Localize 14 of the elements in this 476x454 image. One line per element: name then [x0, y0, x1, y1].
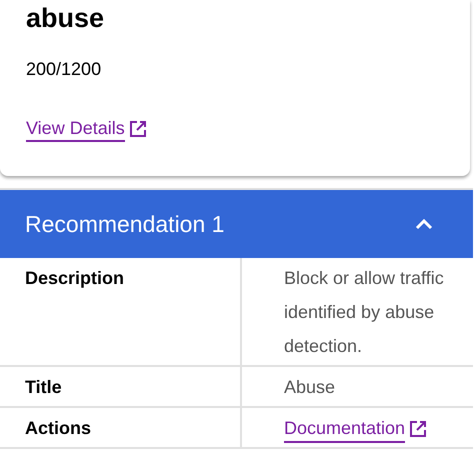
row-label: Description [25, 268, 124, 288]
chevron-up-icon[interactable] [415, 218, 433, 230]
row-value: Abuse [284, 377, 336, 397]
view-details-link[interactable]: View Details [26, 116, 147, 142]
panel-header[interactable]: Recommendation 1 [0, 190, 473, 258]
external-link-icon [128, 120, 147, 138]
panel-title: Recommendation 1 [25, 210, 224, 239]
card-title: abuse [26, 2, 106, 34]
row-label: Actions [25, 418, 92, 438]
count-text: 200/1200 [26, 58, 102, 81]
documentation-link[interactable]: Documentation [284, 415, 428, 443]
row-label: Title [25, 377, 62, 397]
row-value: Block or allow traffic identified by abuse detection. [284, 268, 444, 356]
external-link-icon [409, 420, 428, 438]
